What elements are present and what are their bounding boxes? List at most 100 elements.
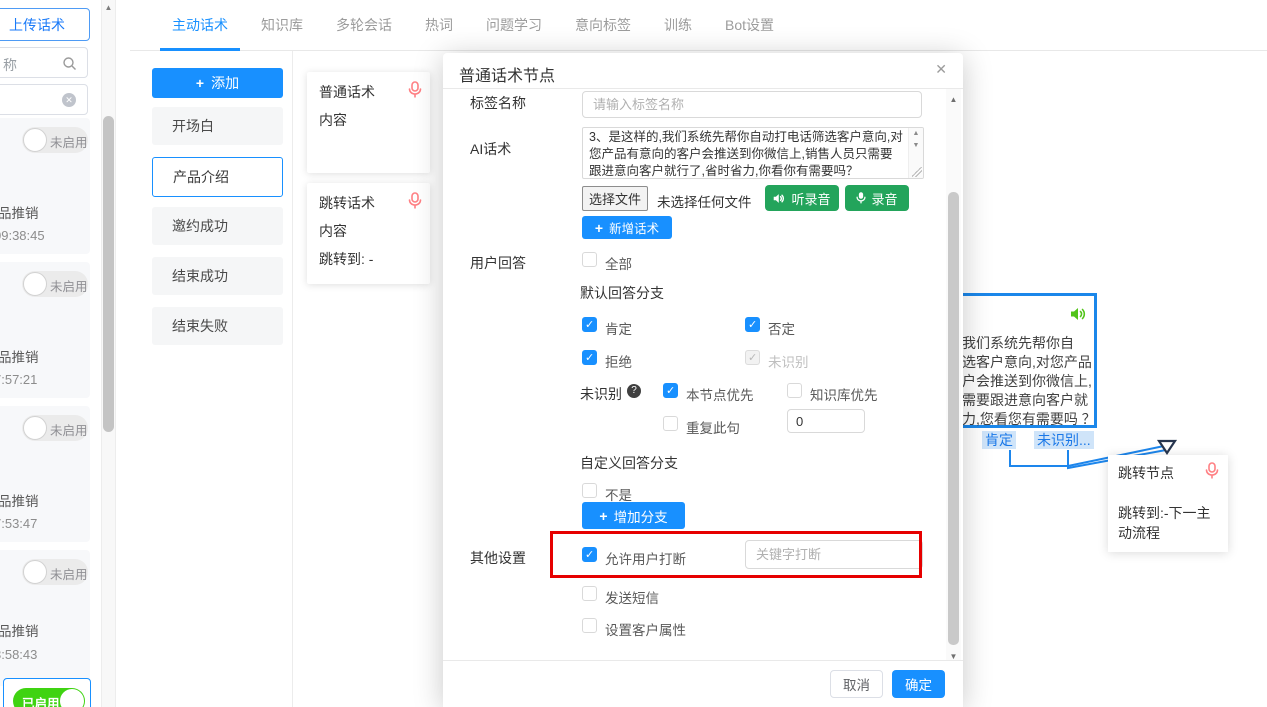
flow-node-script[interactable]: 我们系统先帮你自 选客户意向,对您产品 户会推送到你微信上, 需要跟进意向客户就… [950, 293, 1097, 428]
search-input[interactable]: 称 [0, 47, 88, 78]
checkbox-send-sms-label[interactable]: 发送短信 [605, 587, 659, 607]
checkbox-send-sms[interactable] [582, 586, 597, 601]
scrollbar-thumb[interactable] [948, 192, 959, 645]
repeat-count-input[interactable] [787, 409, 865, 433]
checkbox-affirm[interactable] [582, 317, 597, 332]
left-scrollbar[interactable]: ▲ [101, 0, 116, 707]
checkbox-node-first-label[interactable]: 本节点优先 [686, 384, 754, 404]
microphone-icon[interactable] [408, 81, 422, 104]
checkbox-all[interactable] [582, 252, 597, 267]
section-item-end-fail[interactable]: 结束失败 [152, 307, 283, 345]
script-timestamp: 09:38:45 [0, 228, 45, 243]
checkbox-set-customer-attr[interactable] [582, 618, 597, 633]
filter-input[interactable]: ✕ [0, 84, 88, 115]
toggle-label: 未启用 [50, 132, 88, 151]
checkbox-affirm-label[interactable]: 肯定 [605, 318, 632, 338]
add-script-button[interactable]: + 新增话术 [582, 216, 672, 239]
script-list-item[interactable]: 未启用 品推销 3:58:43 [0, 550, 90, 686]
checkbox-all-label[interactable]: 全部 [605, 253, 632, 273]
microphone-icon[interactable] [408, 192, 422, 215]
section-label: 邀约成功 [172, 216, 228, 236]
add-section-button[interactable]: + 添加 [152, 68, 283, 98]
tab-training[interactable]: 训练 [664, 15, 692, 35]
dialog-title: 普通话术节点 [459, 62, 555, 86]
microphone-icon[interactable] [1205, 462, 1219, 485]
add-branch-button[interactable]: + 增加分支 [582, 502, 685, 529]
node-card-jump-script[interactable]: 跳转话术 内容 跳转到: - [307, 183, 430, 284]
script-name: 品推销 [0, 490, 39, 510]
close-icon[interactable]: ✕ [935, 61, 947, 78]
checkbox-refuse-label[interactable]: 拒绝 [605, 351, 632, 371]
listen-recording-button[interactable]: 听录音 [765, 185, 839, 211]
ai-script-textarea[interactable]: 3、是这样的,我们系统先帮你自动打电话筛选客户意向,对您产品有意向的客户会推送到… [582, 127, 924, 179]
tab-question-learning[interactable]: 问题学习 [486, 15, 542, 35]
checkbox-node-first[interactable] [663, 383, 678, 398]
scroll-up-icon[interactable]: ▲ [946, 95, 961, 104]
tab-intent-labels[interactable]: 意向标签 [575, 15, 631, 35]
enable-toggle[interactable]: 未启用 [22, 559, 88, 585]
cancel-button[interactable]: 取消 [830, 670, 883, 698]
scroll-down-icon[interactable]: ▼ [909, 142, 923, 149]
plus-icon: + [595, 220, 603, 236]
script-list-item[interactable]: 未启用 品推销 7:53:47 [0, 406, 90, 542]
tab-bot-settings[interactable]: Bot设置 [725, 15, 774, 35]
script-timestamp: 7:53:47 [0, 516, 37, 531]
confirm-button[interactable]: 确定 [892, 670, 945, 698]
script-list-item[interactable]: 未启用 品推销 09:38:45 [0, 118, 90, 254]
checkbox-set-customer-attr-label[interactable]: 设置客户属性 [605, 619, 686, 639]
tab-main-script[interactable]: 主动话术 [172, 15, 228, 35]
speaker-icon[interactable] [1070, 307, 1088, 326]
enable-toggle[interactable]: 未启用 [22, 415, 88, 441]
scrollbar-thumb[interactable] [103, 116, 114, 432]
node-card-normal-script[interactable]: 普通话术 内容 [307, 72, 430, 173]
checkbox-kb-first[interactable] [787, 383, 802, 398]
checkbox-kb-first-label[interactable]: 知识库优先 [810, 384, 878, 404]
scroll-up-icon[interactable]: ▲ [102, 3, 115, 12]
flow-node-jump[interactable]: 跳转节点 跳转到:-下一主 动流程 [1108, 455, 1228, 552]
checkbox-repeat-label[interactable]: 重复此句 [686, 417, 740, 437]
section-item-invite-success[interactable]: 邀约成功 [152, 207, 283, 245]
enable-toggle[interactable]: 未启用 [22, 271, 88, 297]
enable-toggle-on[interactable]: 已启用 [13, 688, 85, 707]
dialog-scrollbar[interactable]: ▲ ▼ [946, 89, 961, 665]
resize-handle-icon[interactable] [912, 167, 922, 177]
toggle-label: 未启用 [50, 420, 88, 439]
record-button[interactable]: 录音 [845, 185, 909, 211]
tag-name-input[interactable] [582, 91, 922, 118]
column-divider [292, 51, 293, 707]
keyword-interrupt-input[interactable] [745, 540, 923, 569]
checkbox-repeat[interactable] [663, 416, 678, 431]
checkbox-not-label[interactable]: 不是 [605, 484, 632, 504]
choose-file-label: 选择文件 [589, 189, 641, 208]
section-item-end-success[interactable]: 结束成功 [152, 257, 283, 295]
flow-node-text: 我们系统先帮你自 [962, 333, 1074, 353]
upload-script-button[interactable]: 上传话术 [0, 8, 90, 41]
section-label: 产品介绍 [173, 167, 229, 187]
tab-knowledge-base[interactable]: 知识库 [261, 15, 303, 35]
section-item-opening[interactable]: 开场白 [152, 107, 283, 145]
checkbox-allow-interrupt-label[interactable]: 允许用户打断 [605, 548, 686, 568]
checkbox-not[interactable] [582, 483, 597, 498]
section-label: 结束失败 [172, 316, 228, 336]
checkbox-allow-interrupt[interactable] [582, 547, 597, 562]
search-icon[interactable] [62, 56, 77, 76]
flow-node-text: 需要跟进意向客户就 [962, 390, 1088, 410]
section-item-product-intro[interactable]: 产品介绍 [152, 157, 283, 197]
top-tab-bar: 主动话术 知识库 多轮会话 热词 问题学习 意向标签 训练 Bot设置 [130, 0, 1267, 51]
confirm-label: 确定 [905, 674, 932, 694]
enable-toggle[interactable]: 未启用 [22, 127, 88, 153]
scroll-up-icon[interactable]: ▲ [909, 130, 923, 137]
script-list-item-active[interactable]: 已启用 [3, 678, 91, 707]
node-card-jump-target: 跳转到: - [319, 249, 373, 269]
checkbox-deny[interactable] [745, 317, 760, 332]
tab-hot-words[interactable]: 热词 [425, 15, 453, 35]
help-icon[interactable]: ? [627, 384, 641, 398]
script-timestamp: 3:58:43 [0, 647, 37, 662]
choose-file-button[interactable]: 选择文件 [582, 186, 648, 211]
script-list-item[interactable]: 未启用 品推销 7:57:21 [0, 262, 90, 398]
checkbox-refuse[interactable] [582, 350, 597, 365]
toggle-label: 未启用 [50, 276, 88, 295]
checkbox-deny-label[interactable]: 否定 [768, 318, 795, 338]
tab-multi-turn[interactable]: 多轮会话 [336, 15, 392, 35]
clear-icon[interactable]: ✕ [62, 93, 76, 107]
